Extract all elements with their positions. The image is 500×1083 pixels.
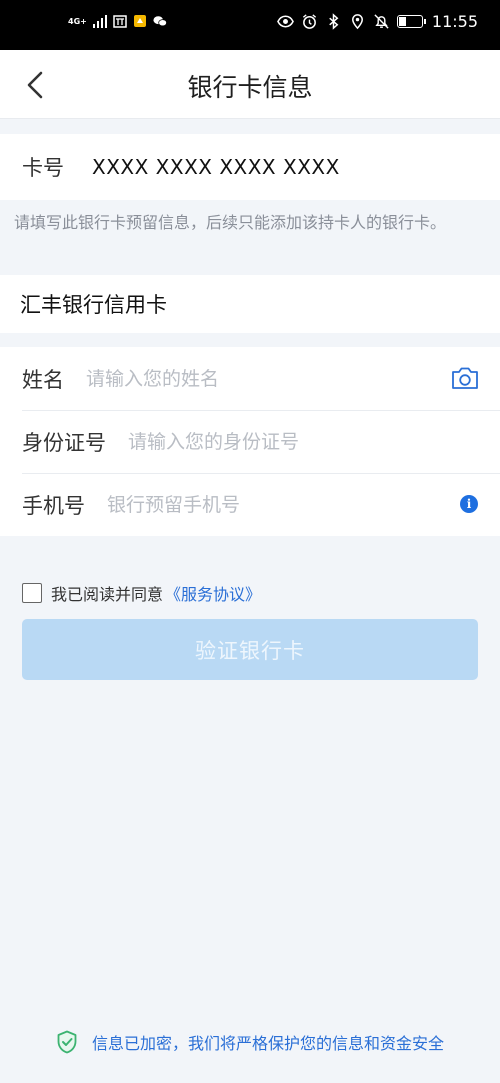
phone-row: 手机号 i [0, 473, 500, 536]
status-left: 4G+ [68, 14, 167, 28]
security-text: 信息已加密，我们将严格保护您的信息和资金安全 [91, 1034, 444, 1053]
agreement-row: 我已阅读并同意 《服务协议》 [22, 581, 261, 605]
info-icon[interactable]: i [460, 495, 478, 513]
name-input[interactable] [84, 366, 388, 391]
location-icon [351, 14, 363, 30]
store-app-icon [113, 15, 127, 28]
card-number-row: 卡号 XXXX XXXX XXXX XXXX [0, 134, 500, 200]
verify-card-button[interactable]: 验证银行卡 [22, 619, 478, 680]
security-footer: 信息已加密，我们将严格保护您的信息和资金安全 [0, 1030, 500, 1054]
bank-name-row: 汇丰银行信用卡 [0, 275, 500, 333]
camera-icon[interactable] [450, 365, 480, 391]
agreement-checkbox[interactable] [22, 583, 42, 603]
name-label: 姓名 [22, 367, 64, 392]
service-agreement-link[interactable]: 《服务协议》 [165, 581, 261, 605]
id-row: 身份证号 [0, 410, 500, 473]
nav-bar: 银行卡信息 [0, 50, 500, 119]
battery-level [398, 17, 407, 26]
bluetooth-icon [329, 13, 339, 30]
status-bar: 4G+ 11:55 [0, 0, 500, 50]
eye-icon [276, 15, 294, 28]
page-title: 银行卡信息 [187, 73, 313, 102]
status-right: 11:55 [276, 12, 478, 31]
agreement-text: 我已阅读并同意 [51, 585, 164, 604]
id-number-input[interactable] [126, 429, 430, 454]
card-number-value: XXXX XXXX XXXX XXXX [92, 155, 340, 179]
cardholder-form: 姓名 身份证号 手机号 i [0, 347, 500, 536]
card-number-label: 卡号 [22, 156, 64, 180]
shield-check-icon [57, 1030, 77, 1054]
clock: 11:55 [431, 12, 478, 31]
id-label: 身份证号 [22, 430, 106, 455]
alarm-icon [302, 14, 316, 29]
app-notification-icon [133, 15, 146, 27]
wechat-icon [153, 16, 167, 27]
phone-input[interactable] [105, 492, 409, 517]
mute-bell-icon [374, 14, 389, 29]
network-type: 4G+ [68, 16, 87, 26]
signal-icon [92, 14, 107, 28]
name-row: 姓名 [0, 347, 500, 410]
notice-text: 请填写此银行卡预留信息，后续只能添加该持卡人的银行卡。 [14, 213, 447, 232]
battery-icon [396, 15, 426, 28]
phone-label: 手机号 [22, 493, 85, 518]
bank-name: 汇丰银行信用卡 [20, 293, 167, 317]
